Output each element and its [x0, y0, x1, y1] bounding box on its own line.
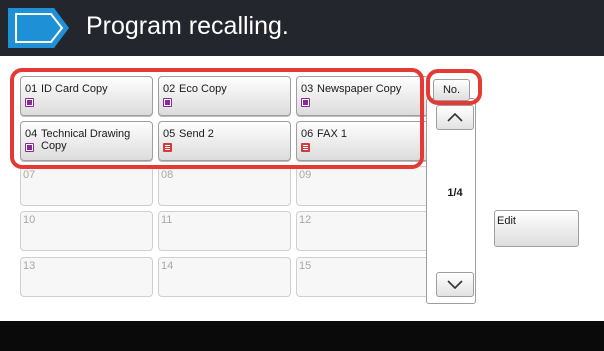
program-number: 11: [161, 214, 173, 226]
edit-label: Edit: [497, 215, 516, 227]
program-button-11[interactable]: 11: [158, 211, 291, 251]
program-button-15[interactable]: 15: [296, 257, 429, 297]
chevron-down-icon: [447, 280, 463, 289]
program-number: 15: [299, 260, 312, 272]
copy-program-icon: [25, 143, 34, 152]
program-button-02[interactable]: 02 Eco Copy: [158, 76, 291, 116]
program-number: 10: [23, 214, 36, 226]
program-number: 03: [301, 83, 314, 95]
page-title: Program recalling.: [86, 12, 289, 40]
program-name: ID Card Copy: [41, 83, 108, 95]
program-button-03[interactable]: 03 Newspaper Copy: [296, 76, 429, 116]
page-up-button[interactable]: [436, 105, 474, 130]
program-number: 04: [25, 128, 38, 140]
program-name: FAX 1: [317, 128, 347, 140]
program-number: 14: [161, 260, 174, 272]
program-number: 12: [299, 214, 312, 226]
copy-program-icon: [301, 98, 310, 107]
program-button-12[interactable]: 12: [296, 211, 429, 251]
program-number: 02: [163, 83, 176, 95]
program-button-09[interactable]: 09: [296, 166, 429, 206]
program-name: Send 2: [179, 128, 214, 140]
program-recall-icon: [8, 8, 69, 48]
program-name: Technical Drawing Copy: [41, 128, 131, 152]
send-program-icon: [163, 143, 172, 152]
program-name: Newspaper Copy: [317, 83, 402, 95]
program-button-06[interactable]: 06 FAX 1: [296, 121, 429, 161]
copy-program-icon: [25, 98, 34, 107]
program-button-14[interactable]: 14: [158, 257, 291, 297]
program-button-05[interactable]: 05 Send 2: [158, 121, 291, 161]
program-name: Eco Copy: [179, 83, 227, 95]
program-number: 07: [23, 169, 36, 181]
program-button-08[interactable]: 08: [158, 166, 291, 206]
program-number: 01: [25, 83, 38, 95]
number-button[interactable]: No.: [433, 79, 470, 101]
edit-button[interactable]: Edit: [494, 210, 579, 247]
program-number: 09: [299, 169, 312, 181]
program-number: 06: [301, 128, 314, 140]
program-button-01[interactable]: 01 ID Card Copy: [20, 76, 153, 116]
fax-program-icon: [301, 143, 310, 152]
program-number: 13: [23, 260, 36, 272]
program-number: 08: [161, 169, 174, 181]
copy-program-icon: [163, 98, 172, 107]
page-indicator: 1/4: [447, 187, 463, 199]
chevron-up-icon: [447, 113, 463, 122]
bottom-bar: [0, 321, 604, 351]
program-button-10[interactable]: 10: [20, 211, 153, 251]
page-down-button[interactable]: [436, 272, 474, 297]
program-button-13[interactable]: 13: [20, 257, 153, 297]
program-button-07[interactable]: 07: [20, 166, 153, 206]
title-bar: Program recalling.: [0, 0, 604, 56]
program-button-04[interactable]: 04 Technical Drawing Copy: [20, 121, 153, 161]
program-number: 05: [163, 128, 176, 140]
